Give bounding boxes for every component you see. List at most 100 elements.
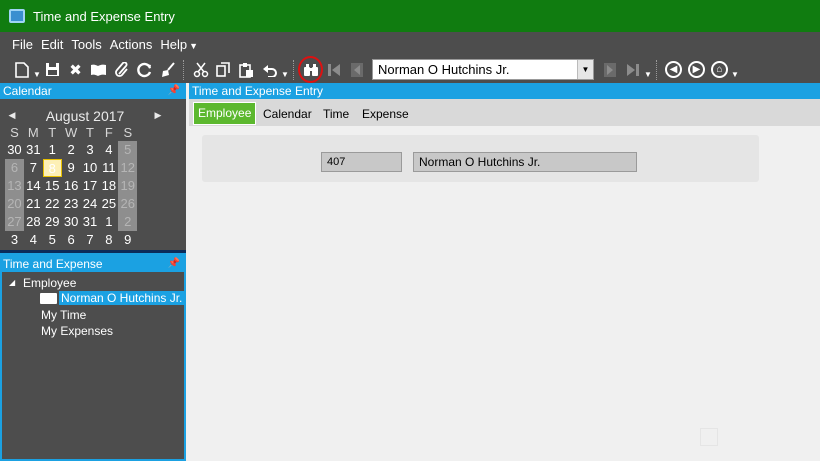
calendar-day[interactable]: 23 — [62, 195, 81, 213]
find-binoculars-icon[interactable] — [298, 56, 323, 83]
tree-collapse-icon[interactable]: ◢ — [9, 278, 15, 287]
time-and-expense-panel-title: Time and Expense — [3, 257, 103, 271]
next-month-icon[interactable]: ▶ — [151, 110, 165, 121]
previous-month-icon[interactable]: ◀ — [5, 110, 19, 121]
calendar-day[interactable]: 29 — [43, 213, 62, 231]
new-document-icon[interactable] — [10, 58, 33, 81]
tab-employee[interactable]: Employee — [193, 102, 257, 125]
pin-icon[interactable]: 📌 — [168, 83, 180, 99]
calendar-day[interactable]: 4 — [24, 231, 43, 246]
employee-header-card: 407 Norman O Hutchins Jr. — [202, 135, 759, 182]
calendar-day[interactable]: 24 — [81, 195, 100, 213]
paste-icon[interactable] — [235, 58, 258, 81]
calendar-week-row: 3456789 — [5, 231, 165, 246]
notes-book-icon[interactable] — [87, 58, 110, 81]
calendar-day[interactable]: 27 — [5, 213, 24, 231]
calendar-day[interactable]: 12 — [118, 159, 138, 177]
calendar-day[interactable]: 30 — [5, 141, 24, 159]
calendar-day[interactable]: 6 — [5, 159, 24, 177]
calendar-day[interactable]: 5 — [118, 141, 138, 159]
calendar-day[interactable]: 2 — [62, 141, 81, 159]
calendar-day[interactable]: 3 — [81, 141, 100, 159]
menu-actions[interactable]: Actions — [106, 32, 157, 56]
tree-node-employee[interactable]: Employee — [23, 276, 76, 290]
copy-icon[interactable] — [212, 58, 235, 81]
calendar-day[interactable]: 21 — [24, 195, 43, 213]
menu-file[interactable]: File — [8, 32, 37, 56]
undo-dropdown-icon[interactable]: ▼ — [281, 70, 289, 79]
calendar-day[interactable]: 14 — [24, 177, 43, 195]
calendar-day[interactable]: 1 — [99, 213, 118, 231]
calendar-day[interactable]: 16 — [62, 177, 81, 195]
employee-id-field[interactable]: 407 — [321, 152, 402, 172]
folder-icon — [40, 291, 59, 305]
weekday-label: F — [104, 125, 113, 140]
calendar-day[interactable]: 28 — [24, 213, 43, 231]
calendar-day[interactable]: 8 — [42, 159, 62, 177]
calendar-day[interactable]: 4 — [99, 141, 118, 159]
calendar-day[interactable]: 3 — [5, 231, 24, 246]
pin-icon[interactable]: 📌 — [168, 253, 180, 272]
chevron-down-icon[interactable]: ▼ — [577, 60, 593, 79]
home-icon[interactable]: ⌂ — [711, 61, 728, 78]
calendar-panel-header: Calendar 📌 — [0, 83, 186, 99]
calendar-day[interactable]: 18 — [99, 177, 118, 195]
calendar-day[interactable]: 19 — [118, 177, 138, 195]
next-record-icon[interactable] — [598, 58, 621, 81]
undo-icon[interactable] — [258, 58, 281, 81]
calendar-day[interactable]: 26 — [118, 195, 138, 213]
calendar-week-row: 30 31 1 2 3 4 5 — [5, 141, 165, 159]
tree-node-selected-employee[interactable]: Norman O Hutchins Jr. — [59, 291, 185, 305]
previous-record-icon[interactable] — [345, 58, 368, 81]
first-record-icon[interactable] — [322, 58, 345, 81]
calendar-day[interactable]: 9 — [118, 231, 137, 246]
calendar-day[interactable]: 8 — [99, 231, 118, 246]
save-icon[interactable] — [41, 58, 64, 81]
tree-node-my-time[interactable]: My Time — [41, 308, 86, 322]
calendar-day[interactable]: 5 — [43, 231, 62, 246]
calendar-day[interactable]: 30 — [62, 213, 81, 231]
employee-name-field[interactable]: Norman O Hutchins Jr. — [413, 152, 637, 172]
main-content: 407 Norman O Hutchins Jr. — [189, 126, 820, 461]
calendar-day[interactable]: 7 — [81, 231, 100, 246]
calendar-day[interactable]: 11 — [99, 159, 118, 177]
employee-selector[interactable]: Norman O Hutchins Jr. ▼ — [372, 59, 594, 80]
back-icon[interactable]: ◀ — [665, 61, 682, 78]
attachment-icon[interactable] — [110, 58, 133, 81]
calendar-day[interactable]: 13 — [5, 177, 24, 195]
calendar-day[interactable]: 10 — [81, 159, 100, 177]
cut-icon[interactable] — [189, 58, 212, 81]
tree-node-my-expenses[interactable]: My Expenses — [41, 324, 113, 338]
calendar-day[interactable]: 15 — [43, 177, 62, 195]
refresh-icon[interactable] — [133, 58, 156, 81]
calendar-day[interactable]: 2 — [118, 213, 138, 231]
delete-icon[interactable]: ✖ — [64, 58, 87, 81]
menu-edit[interactable]: Edit — [37, 32, 67, 56]
calendar-day[interactable]: 6 — [62, 231, 81, 246]
last-record-icon[interactable] — [621, 58, 644, 81]
calendar-day[interactable]: 17 — [81, 177, 100, 195]
calendar-day[interactable]: 1 — [43, 141, 62, 159]
calendar-day[interactable]: 22 — [43, 195, 62, 213]
main-panel-header: Time and Expense Entry — [189, 83, 820, 99]
menu-overflow-icon[interactable]: ▼ — [189, 41, 198, 51]
calendar-day[interactable]: 31 — [81, 213, 100, 231]
calendar-day[interactable]: 25 — [99, 195, 118, 213]
forward-icon[interactable]: ▶ — [688, 61, 705, 78]
calendar-day[interactable]: 31 — [24, 141, 43, 159]
new-dropdown-icon[interactable]: ▼ — [33, 70, 41, 79]
weekday-label: T — [86, 125, 94, 140]
calendar-day[interactable]: 20 — [5, 195, 24, 213]
menu-help[interactable]: Help — [156, 32, 191, 56]
calendar-day[interactable]: 9 — [62, 159, 81, 177]
menu-bar: File Edit Tools Actions Help ▼ — [0, 32, 820, 56]
window-titlebar: Time and Expense Entry — [0, 0, 820, 32]
tab-calendar[interactable]: Calendar — [263, 105, 312, 123]
menu-tools[interactable]: Tools — [67, 32, 105, 56]
browse-dropdown-icon[interactable]: ▼ — [731, 70, 739, 79]
navigation-dropdown-icon[interactable]: ▼ — [644, 70, 652, 79]
clear-broom-icon[interactable] — [156, 58, 179, 81]
calendar-day[interactable]: 7 — [24, 159, 43, 177]
tab-time[interactable]: Time — [323, 105, 349, 123]
tab-expense[interactable]: Expense — [362, 105, 409, 123]
